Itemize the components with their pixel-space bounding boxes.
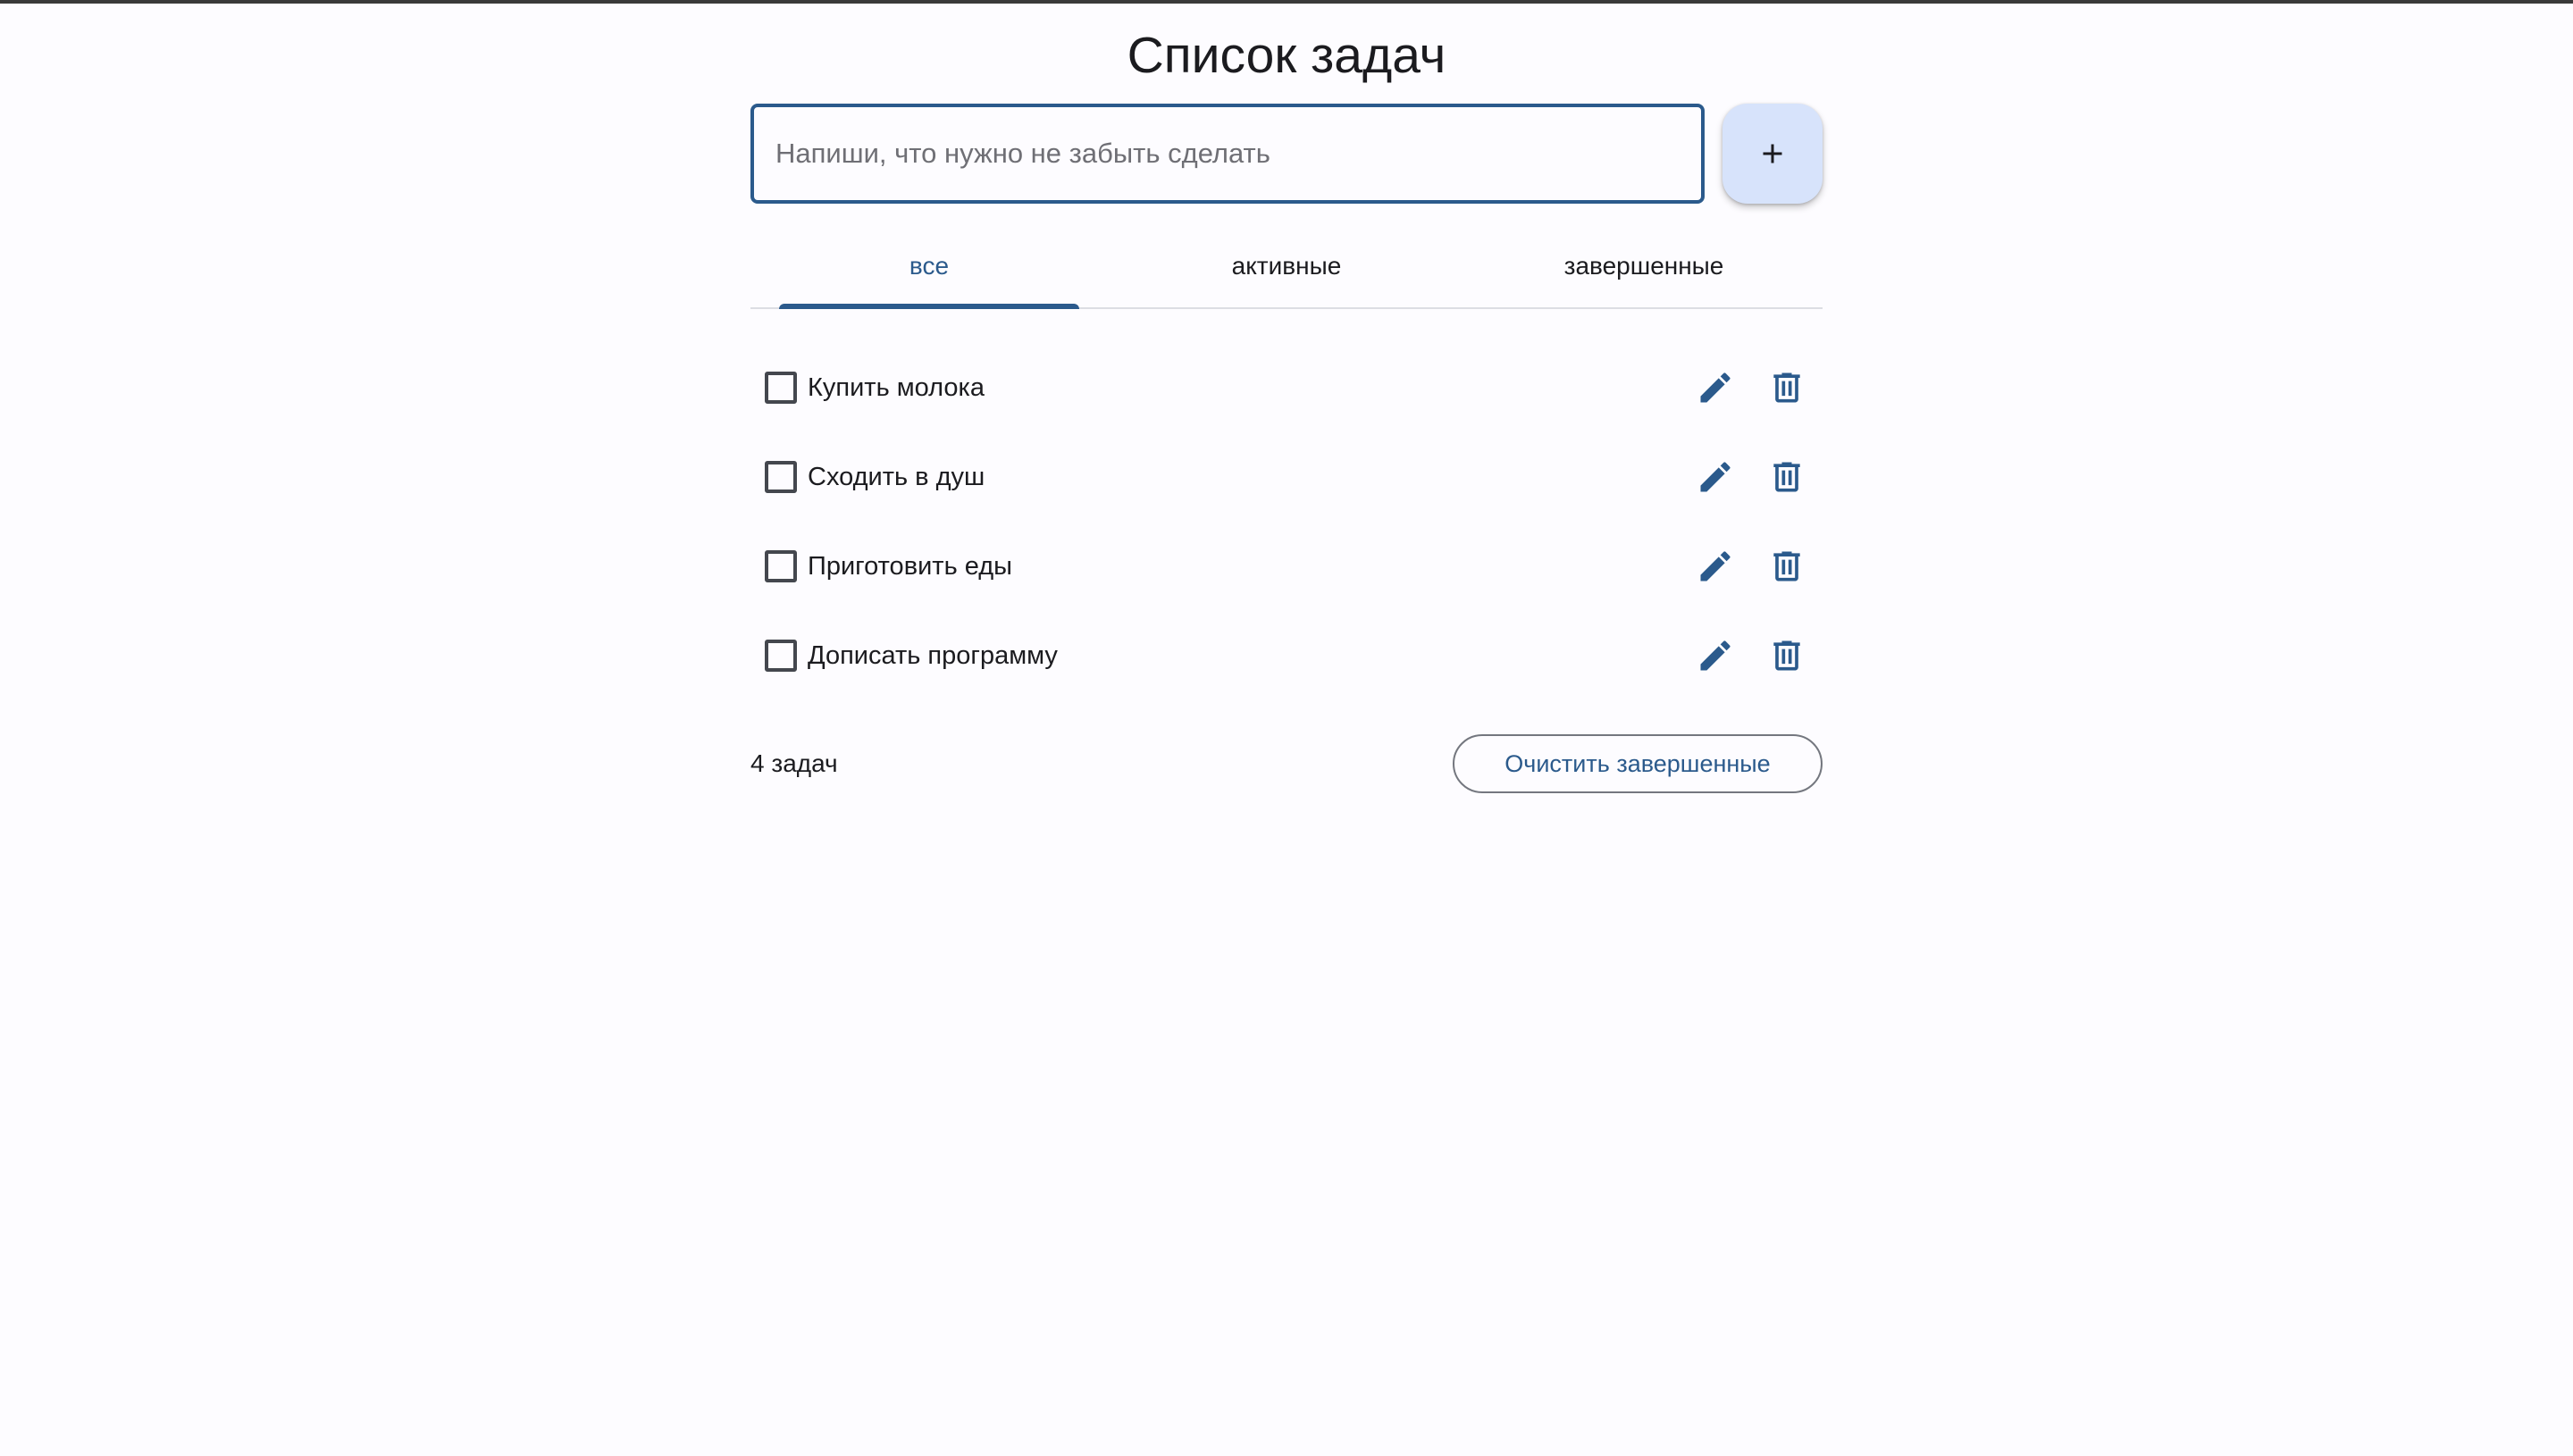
edit-button[interactable]: [1689, 540, 1742, 593]
task-item: Приготовить еды: [750, 522, 1823, 611]
task-checkbox[interactable]: [765, 640, 797, 672]
task-label: Купить молока: [808, 372, 985, 402]
trash-icon: [1773, 372, 1800, 403]
task-label: Приготовить еды: [808, 551, 1012, 581]
tab-active[interactable]: активные: [1108, 229, 1465, 307]
trash-icon: [1773, 640, 1800, 671]
task-footer: 4 задач Очистить завершенные: [750, 734, 1823, 793]
task-count: 4 задач: [750, 749, 838, 777]
edit-button[interactable]: [1689, 450, 1742, 504]
clear-completed-button[interactable]: Очистить завершенные: [1453, 734, 1823, 793]
delete-button[interactable]: [1760, 361, 1814, 414]
delete-button[interactable]: [1760, 540, 1814, 593]
tab-completed[interactable]: завершенные: [1465, 229, 1823, 307]
tab-all[interactable]: все: [750, 229, 1108, 309]
pencil-icon: [1700, 372, 1731, 403]
task-label: Сходить в душ: [808, 462, 985, 491]
task-checkbox[interactable]: [765, 550, 797, 582]
task-checkbox[interactable]: [765, 461, 797, 493]
task-item: Купить молока: [750, 343, 1823, 432]
plus-icon: [1763, 144, 1782, 163]
delete-button[interactable]: [1760, 450, 1814, 504]
edit-button[interactable]: [1689, 361, 1742, 414]
tab-label: активные: [1231, 252, 1342, 280]
add-task-button[interactable]: [1722, 104, 1823, 204]
page-title: Список задач: [1127, 27, 1446, 84]
active-tab-indicator: [779, 304, 1079, 309]
task-item: Сходить в душ: [750, 432, 1823, 522]
pencil-icon: [1700, 551, 1731, 582]
delete-button[interactable]: [1760, 629, 1814, 682]
task-list: Купить молока Сходить в душ Приготовить …: [750, 343, 1823, 700]
pencil-icon: [1700, 462, 1731, 492]
window-top-border: [0, 0, 2573, 4]
tab-label: все: [909, 252, 950, 280]
task-label: Дописать программу: [808, 640, 1058, 670]
filter-tabs: все активные завершенные: [750, 229, 1823, 309]
trash-icon: [1773, 462, 1800, 492]
tab-label: завершенные: [1563, 252, 1724, 280]
new-task-input[interactable]: [750, 104, 1705, 204]
pencil-icon: [1700, 640, 1731, 671]
edit-button[interactable]: [1689, 629, 1742, 682]
trash-icon: [1773, 551, 1800, 582]
task-item: Дописать программу: [750, 611, 1823, 700]
task-checkbox[interactable]: [765, 372, 797, 404]
